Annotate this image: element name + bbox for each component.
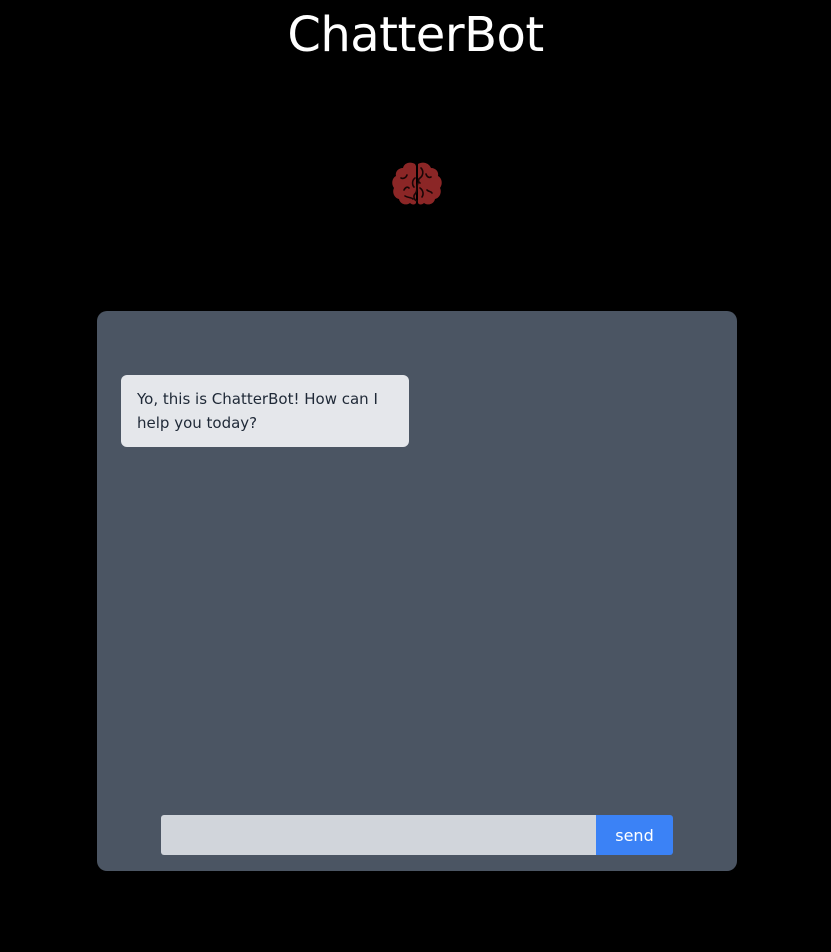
send-button[interactable]: send bbox=[596, 815, 673, 855]
message-input[interactable] bbox=[161, 815, 596, 855]
page-title: ChatterBot bbox=[287, 7, 544, 63]
message-input-row: send bbox=[161, 815, 673, 855]
page: ChatterBot Yo, this is ChatterBot! How c… bbox=[0, 0, 831, 952]
chat-panel: Yo, this is ChatterBot! How can I help y… bbox=[97, 311, 737, 871]
message-list: Yo, this is ChatterBot! How can I help y… bbox=[121, 375, 713, 447]
brain-logo bbox=[391, 160, 443, 208]
brain-icon bbox=[392, 162, 442, 205]
bot-message: Yo, this is ChatterBot! How can I help y… bbox=[121, 375, 409, 447]
